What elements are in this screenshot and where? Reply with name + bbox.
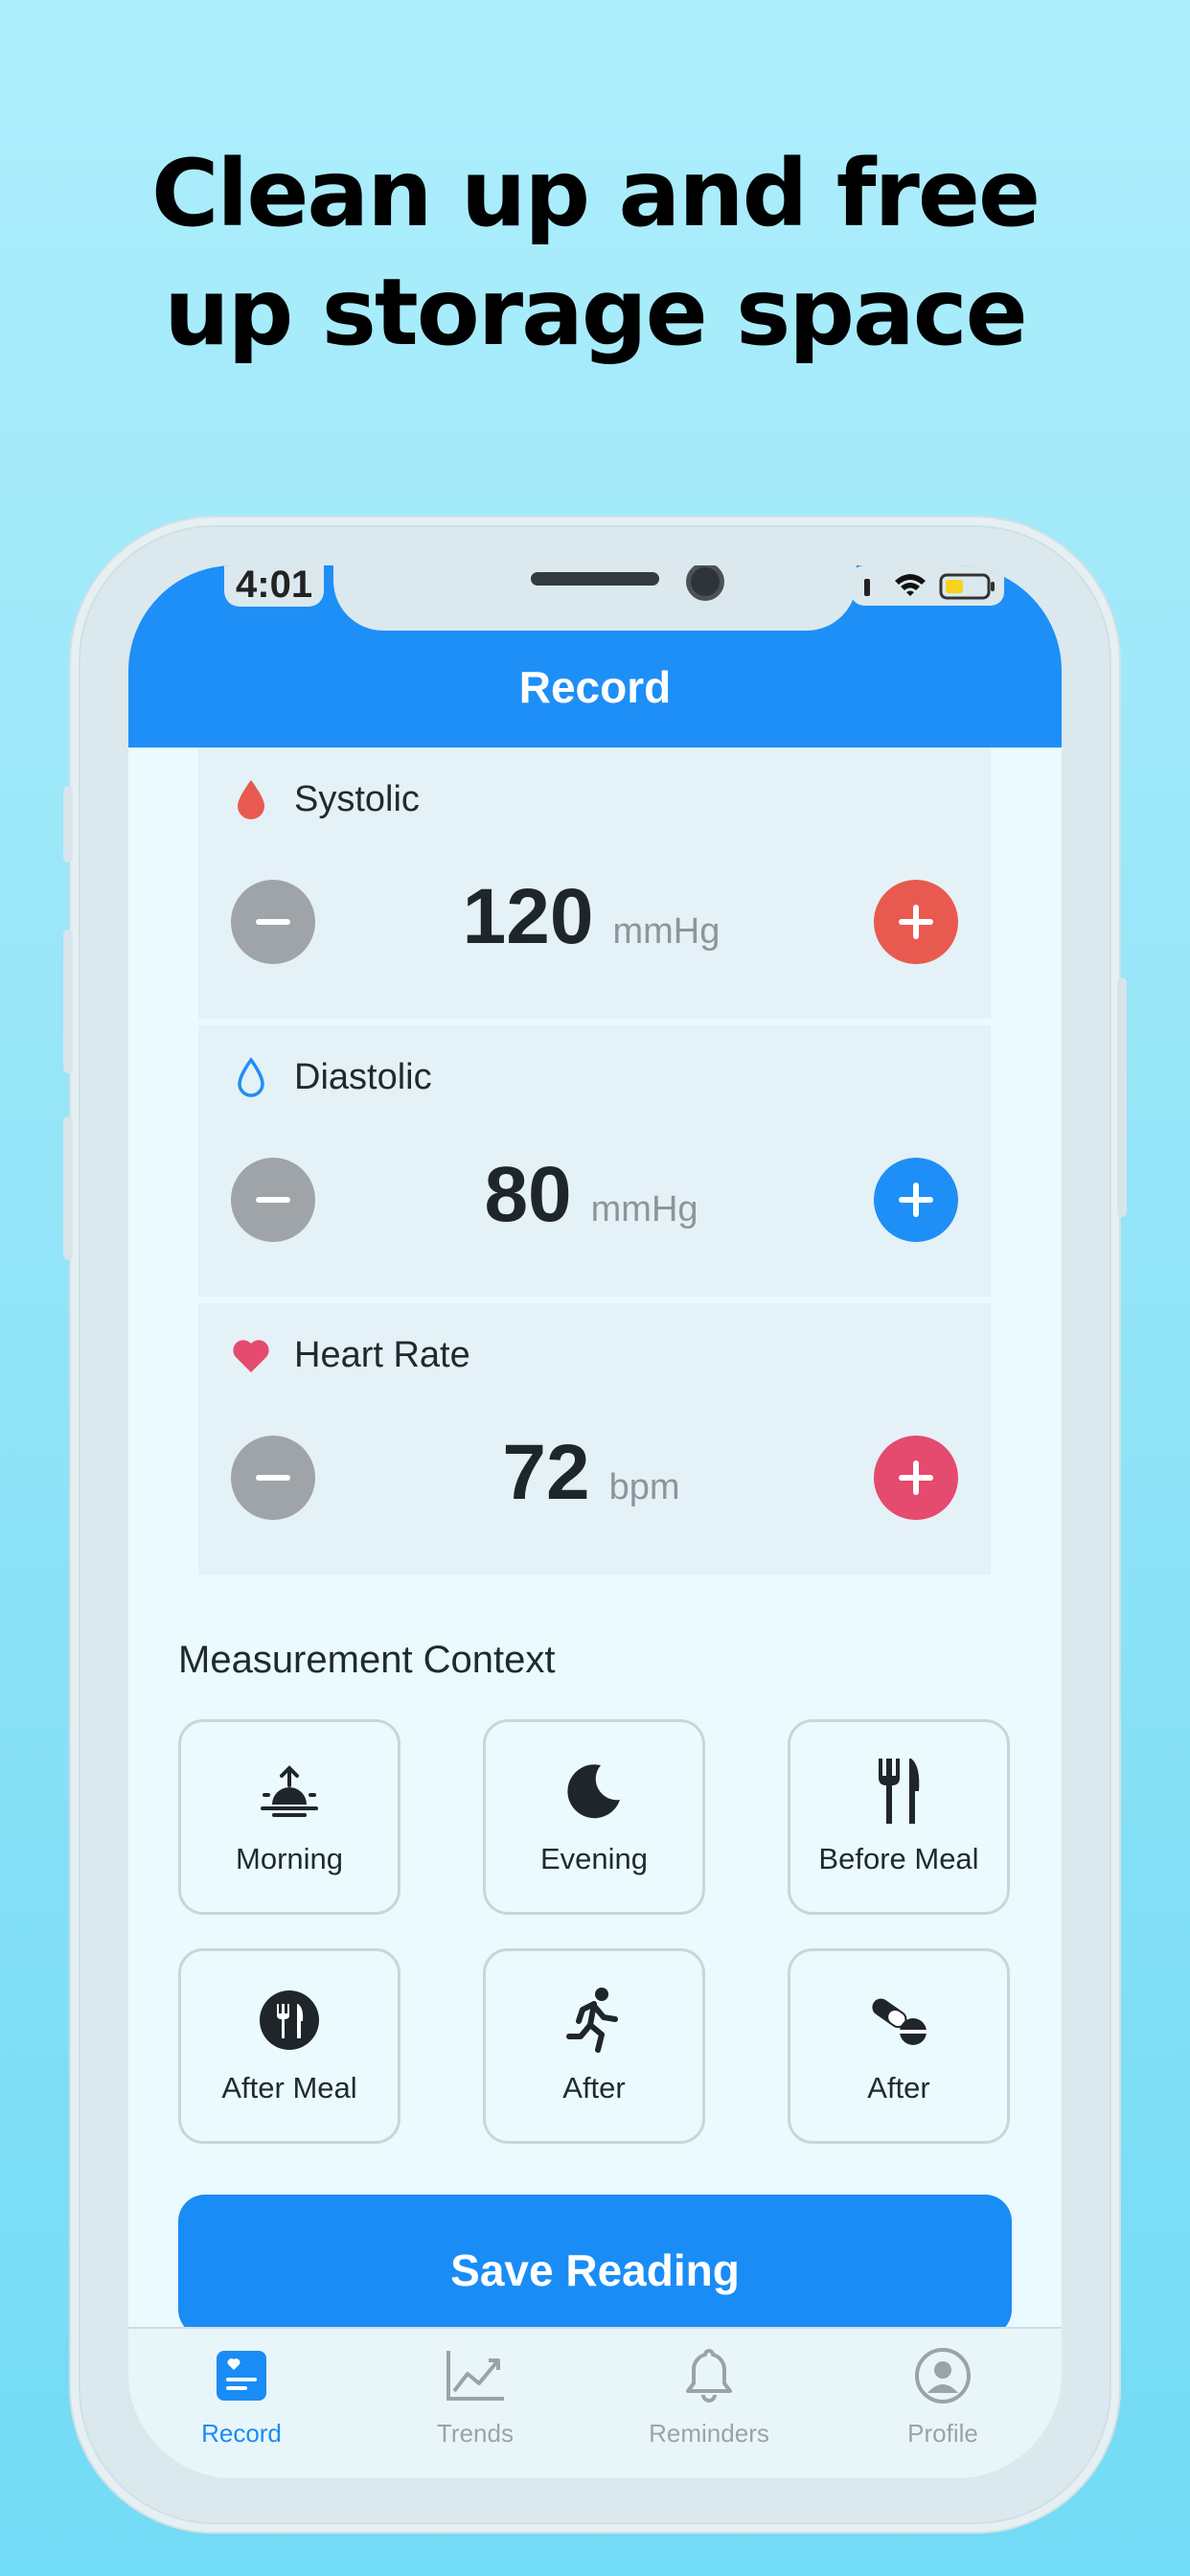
heart-rate-value: 72 [502, 1429, 590, 1516]
bell-icon [675, 2342, 743, 2409]
status-time: 4:01 [224, 565, 325, 607]
notch [333, 565, 857, 631]
context-morning-button[interactable]: Morning [178, 1719, 400, 1915]
running-icon [561, 1987, 628, 2054]
tab-reminders[interactable]: Reminders [623, 2342, 795, 2449]
tab-label: Reminders [649, 2419, 769, 2448]
context-label: After Meal [221, 2071, 357, 2104]
diastolic-card: Diastolic 80 mmHg [198, 1025, 991, 1297]
speaker [531, 572, 659, 586]
heart-icon [227, 1331, 275, 1379]
context-label: Evening [539, 1842, 649, 1875]
headline: Clean up and free up storage space [0, 134, 1190, 372]
context-evening-button[interactable]: Evening [483, 1719, 705, 1915]
tab-record[interactable]: Record [155, 2342, 328, 2449]
diastolic-label: Diastolic [294, 1056, 432, 1097]
phone-side-button [63, 930, 73, 1073]
context-after-medication-button[interactable]: After [788, 1948, 1010, 2144]
systolic-unit: mmHg [612, 911, 721, 952]
systolic-increase-button[interactable] [874, 880, 958, 964]
tab-label: Profile [907, 2419, 978, 2448]
tab-label: Trends [437, 2419, 514, 2448]
phone-side-button [63, 1116, 73, 1260]
tab-trends[interactable]: Trends [389, 2342, 561, 2449]
diastolic-decrease-button[interactable] [231, 1158, 315, 1242]
fork-knife-icon [865, 1758, 932, 1825]
fork-knife-circle-icon [256, 1987, 323, 2054]
tab-bar: Record Trends Reminders Profile [128, 2327, 1062, 2478]
systolic-value: 120 [462, 873, 594, 960]
front-camera [686, 565, 724, 601]
chart-icon [442, 2342, 509, 2409]
systolic-decrease-button[interactable] [231, 880, 315, 964]
save-reading-button[interactable]: Save Reading [178, 2195, 1012, 2336]
context-label: Morning [236, 1842, 343, 1875]
blood-drop-icon [227, 775, 275, 823]
phone-side-button [1117, 978, 1127, 1217]
moon-icon [561, 1758, 628, 1825]
diastolic-increase-button[interactable] [874, 1158, 958, 1242]
headline-line-2: up storage space [164, 259, 1028, 366]
heart-rate-label: Heart Rate [294, 1334, 470, 1375]
context-label: After [562, 2071, 626, 2104]
systolic-card: Systolic 120 mmHg [198, 748, 991, 1019]
context-after-exercise-button[interactable]: After [483, 1948, 705, 2144]
status-icons [851, 565, 1004, 606]
water-drop-outline-icon [227, 1053, 275, 1101]
context-title: Measurement Context [178, 1639, 556, 1681]
sunrise-icon [256, 1758, 323, 1825]
profile-icon [909, 2342, 976, 2409]
phone-side-button [63, 786, 73, 862]
pills-icon [865, 1987, 932, 2054]
record-icon [208, 2342, 275, 2409]
context-label: After [867, 2071, 930, 2104]
heart-rate-increase-button[interactable] [874, 1436, 958, 1520]
header-title: Record [518, 662, 672, 712]
heart-rate-card: Heart Rate 72 bpm [198, 1303, 991, 1575]
headline-line-1: Clean up and free [150, 140, 1041, 247]
systolic-label: Systolic [294, 778, 420, 819]
context-after-meal-button[interactable]: After Meal [178, 1948, 400, 2144]
heart-rate-decrease-button[interactable] [231, 1436, 315, 1520]
diastolic-value: 80 [484, 1151, 572, 1238]
tab-profile[interactable]: Profile [857, 2342, 1029, 2449]
tab-label: Record [201, 2419, 282, 2448]
context-before-meal-button[interactable]: Before Meal [788, 1719, 1010, 1915]
diastolic-unit: mmHg [590, 1189, 698, 1230]
context-label: Before Meal [818, 1842, 979, 1875]
heart-rate-unit: bpm [608, 1467, 680, 1507]
app-screen: Record 4:01 Systolic 120 mmHg Diastolic … [128, 565, 1062, 2478]
